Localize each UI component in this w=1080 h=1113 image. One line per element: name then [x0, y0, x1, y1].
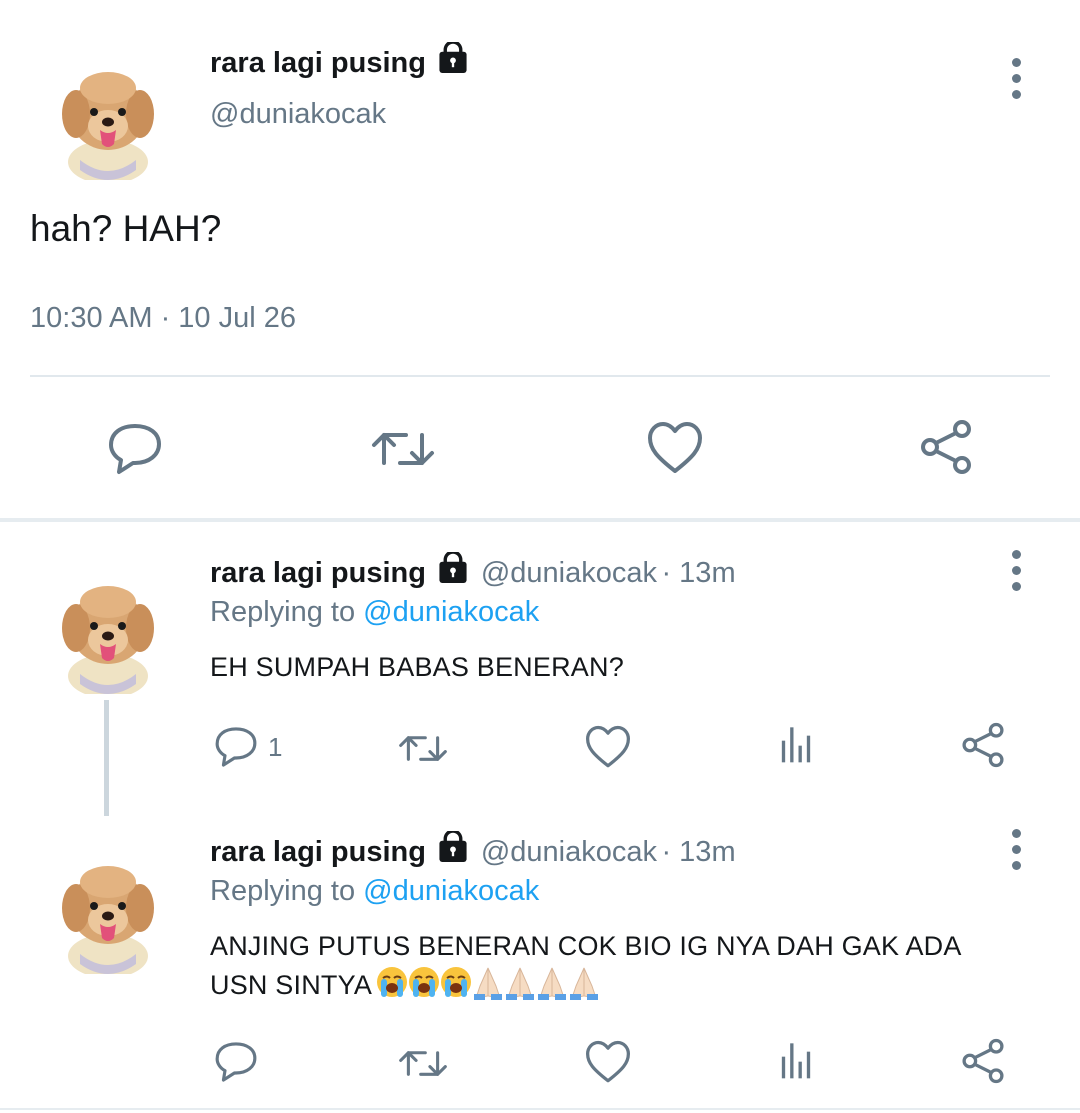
stats-icon[interactable]	[777, 724, 815, 764]
loudly-crying-face-emoji	[408, 966, 441, 998]
stats-icon[interactable]	[777, 1040, 815, 1080]
like-icon[interactable]	[585, 1040, 631, 1084]
reply-icon[interactable]	[214, 725, 258, 769]
lock-icon	[438, 831, 469, 863]
folded-hands-emoji	[505, 967, 535, 1000]
folded-hands-emoji	[537, 967, 567, 1000]
reply-icon[interactable]	[214, 1040, 258, 1084]
reply-time: · 13m	[661, 836, 736, 868]
retweet-icon[interactable]	[397, 727, 449, 767]
reply-header: rara lagi pusing @duniakocak · 13m	[210, 552, 736, 590]
reply-text-line1: ANJING PUTUS BENERAN COK BIO IG NYA DAH …	[210, 931, 962, 961]
section-divider	[0, 518, 1080, 522]
reply-time: · 13m	[661, 557, 736, 589]
tweet-timestamp: 10:30 AM · 10 Jul 26	[30, 302, 296, 334]
handle[interactable]: @duniakocak	[481, 557, 657, 589]
thread-line	[104, 700, 109, 816]
replying-to-link[interactable]: @duniakocak	[363, 875, 539, 907]
tweet-text: hah? HAH?	[30, 208, 222, 249]
replying-to: Replying to @duniakocak	[210, 875, 539, 908]
display-name[interactable]: rara lagi pusing	[210, 557, 426, 589]
loudly-crying-face-emoji	[440, 966, 473, 998]
bottom-divider	[0, 1108, 1080, 1110]
share-icon[interactable]	[918, 419, 974, 475]
replying-to-label: Replying to	[210, 875, 356, 907]
lock-icon	[438, 552, 469, 584]
replying-to-label: Replying to	[210, 596, 356, 628]
reply-header: rara lagi pusing @duniakocak · 13m	[210, 831, 736, 869]
replying-to-link[interactable]: @duniakocak	[363, 596, 539, 628]
share-icon[interactable]	[960, 1038, 1006, 1084]
like-icon[interactable]	[585, 725, 631, 769]
avatar[interactable]	[58, 576, 158, 694]
replying-to: Replying to @duniakocak	[210, 596, 539, 629]
folded-hands-emoji	[473, 967, 503, 1000]
author-name-row: rara lagi pusing	[210, 42, 469, 80]
share-icon[interactable]	[960, 722, 1006, 768]
display-name[interactable]: rara lagi pusing	[210, 47, 426, 79]
reply-text-line2-row: USN SINTYA	[210, 966, 600, 1001]
retweet-icon[interactable]	[397, 1042, 449, 1082]
handle[interactable]: @duniakocak	[481, 836, 657, 868]
lock-icon	[438, 42, 469, 74]
loudly-crying-face-emoji	[376, 966, 409, 998]
retweet-icon[interactable]	[369, 421, 437, 473]
handle[interactable]: @duniakocak	[210, 98, 386, 131]
like-icon[interactable]	[647, 421, 703, 475]
more-options-icon[interactable]	[1012, 58, 1022, 106]
reply-count: 1	[268, 732, 283, 762]
avatar[interactable]	[58, 856, 158, 974]
display-name[interactable]: rara lagi pusing	[210, 836, 426, 868]
reply-text: EH SUMPAH BABAS BENERAN?	[210, 652, 624, 682]
avatar[interactable]	[58, 62, 158, 180]
more-options-icon[interactable]	[1012, 550, 1022, 598]
reply-icon[interactable]	[107, 421, 163, 477]
divider	[30, 375, 1050, 377]
emoji-row	[376, 966, 600, 1000]
folded-hands-emoji	[569, 967, 599, 1000]
reply-text-line2: USN SINTYA	[210, 970, 373, 1000]
more-options-icon[interactable]	[1012, 829, 1022, 877]
